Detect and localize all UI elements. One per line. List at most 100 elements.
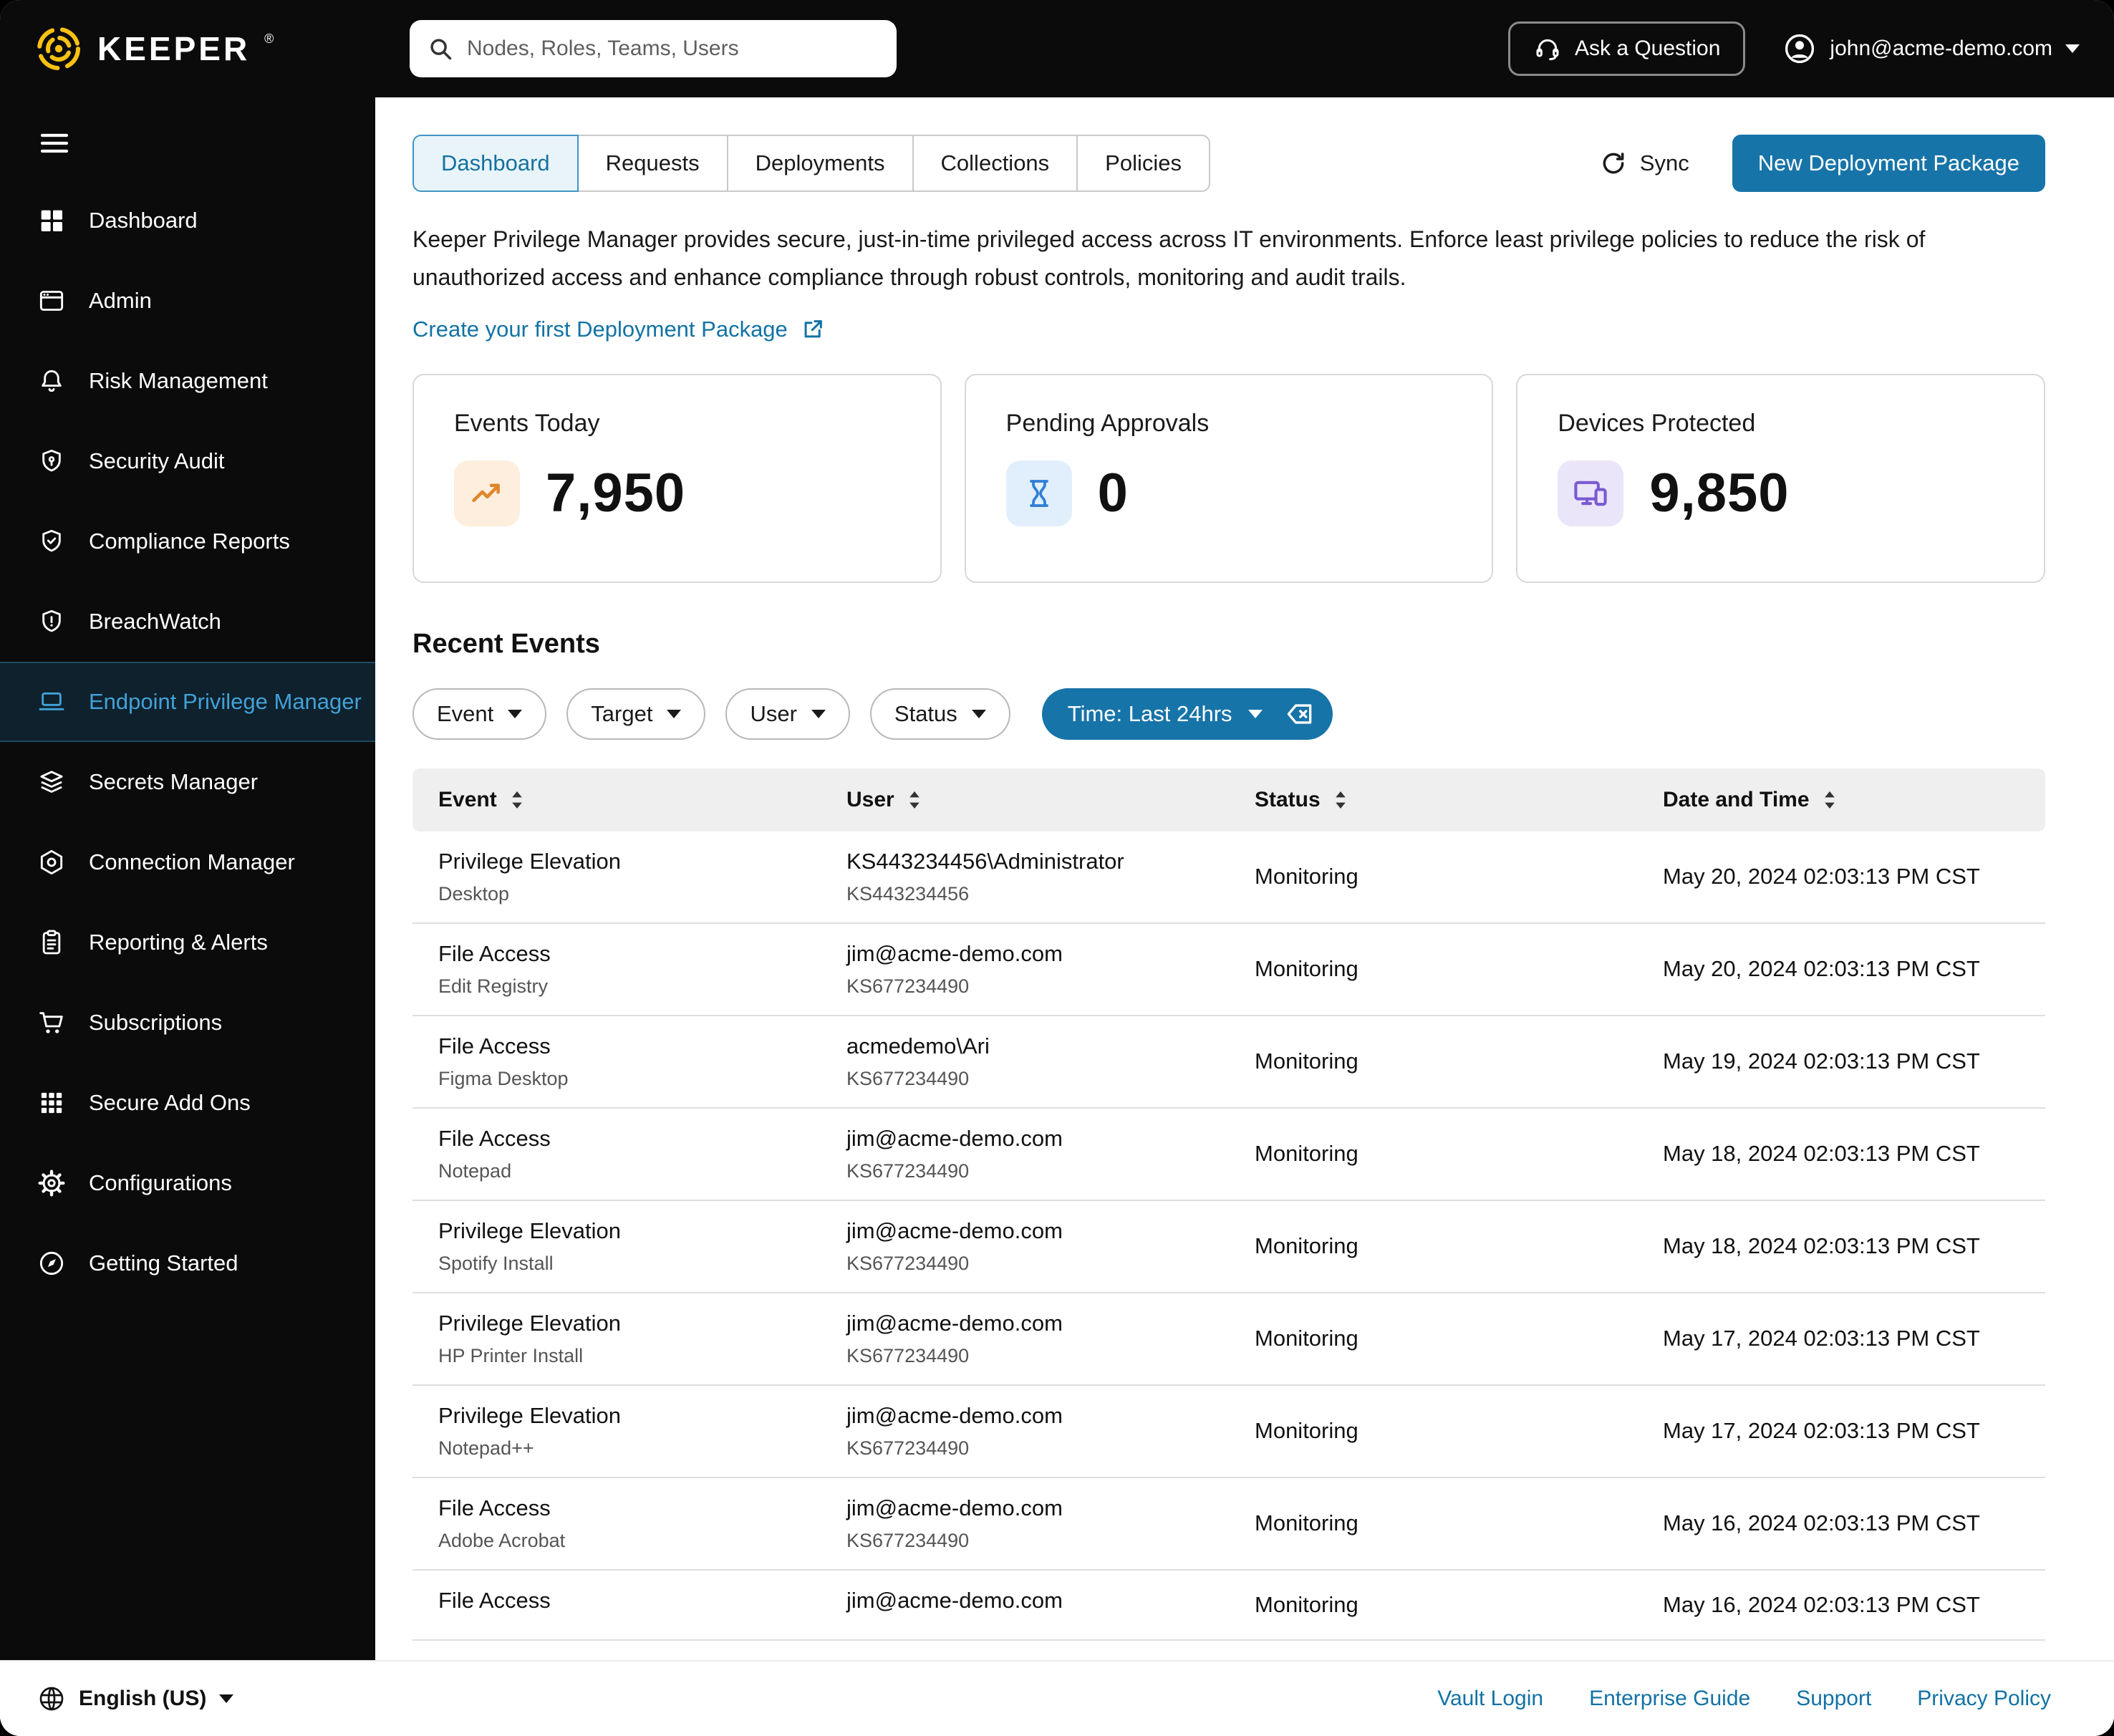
date-cell: May 17, 2024 02:03:13 PM CST — [1637, 1384, 2045, 1478]
shield-icon — [37, 447, 66, 476]
event-name: Privilege Elevation — [438, 1217, 622, 1243]
filter-user[interactable]: User — [725, 688, 850, 740]
chevron-down-icon — [508, 709, 523, 718]
sidebar-item-getting-started[interactable]: Getting Started — [0, 1223, 375, 1303]
column-header-date[interactable]: Date and Time — [1637, 768, 2045, 831]
search-input[interactable] — [467, 37, 879, 61]
event-target: Notepad++ — [438, 1437, 534, 1459]
user-name: jim@acme-demo.com — [846, 1402, 1063, 1428]
event-row: File Access Notepad jim@acme-demo.com KS67… — [412, 1107, 2045, 1201]
sidebar-item-label: BreachWatch — [89, 609, 221, 634]
privacy-policy-link[interactable]: Privacy Policy — [1917, 1687, 2051, 1711]
user-cell: jim@acme-demo.com KS677234490 — [821, 922, 1229, 1016]
sidebar-item-label: Configurations — [89, 1170, 232, 1195]
event-row: Privilege Elevation HP Printer Install ji… — [412, 1292, 2045, 1386]
event-row: Privilege Elevation Notepad++ jim@acme-de… — [412, 1384, 2045, 1478]
event-name: Privilege Elevation — [438, 1402, 622, 1428]
stat-label: Events Today — [454, 409, 600, 437]
event-target: Desktop — [438, 882, 510, 905]
date-cell: May 20, 2024 02:03:13 PM CST — [1637, 922, 2045, 1016]
user-device: KS677234490 — [846, 1067, 970, 1089]
filter-bar: Event Target User Status Time: Last 24hr… — [412, 688, 2045, 740]
event-name: File Access — [438, 1033, 551, 1059]
tab-dashboard[interactable]: Dashboard — [412, 135, 579, 192]
sidebar-item-label: Getting Started — [89, 1250, 238, 1276]
sync-button[interactable]: Sync — [1600, 150, 1689, 177]
trend-up-icon — [454, 460, 520, 526]
event-cell: File Access — [412, 1569, 821, 1641]
new-deployment-package-button[interactable]: New Deployment Package — [1732, 135, 2045, 192]
sidebar-item-secure-add-ons[interactable]: Secure Add Ons — [0, 1063, 375, 1143]
hourglass-icon — [1005, 460, 1072, 526]
event-cell: Privilege Elevation Notepad++ — [412, 1384, 821, 1478]
sidebar-item-endpoint-privilege-manager[interactable]: Endpoint Privilege Manager — [0, 662, 375, 742]
sidebar-nav: Dashboard Admin Risk Management Security… — [0, 180, 375, 1303]
event-cell: Privilege Elevation HP Printer Install — [412, 1292, 821, 1386]
sidebar-item-label: Connection Manager — [89, 849, 295, 874]
user-cell: jim@acme-demo.com KS677234490 — [821, 1292, 1229, 1386]
create-link-label: Create your first Deployment Package — [412, 316, 788, 342]
event-cell: File Access Adobe Acrobat — [412, 1477, 821, 1571]
hexagon-icon — [37, 848, 66, 877]
enterprise-guide-link[interactable]: Enterprise Guide — [1589, 1687, 1750, 1711]
chevron-down-icon — [667, 709, 682, 718]
sidebar-item-breachwatch[interactable]: BreachWatch — [0, 582, 375, 662]
stat-card-devices-protected: Devices Protected 9,850 — [1516, 373, 2046, 583]
vault-login-link[interactable]: Vault Login — [1437, 1687, 1543, 1711]
event-name: Privilege Elevation — [438, 848, 622, 874]
column-header-status[interactable]: Status — [1229, 768, 1637, 831]
event-row: Privilege Elevation Spotify Install jim@a… — [412, 1200, 2045, 1293]
user-device: KS677234490 — [846, 1344, 970, 1366]
recent-events-table: Event User Status Date and Time Privileg… — [412, 768, 2045, 1641]
user-cell: jim@acme-demo.com KS677234490 — [821, 1384, 1229, 1478]
event-name: Privilege Elevation — [438, 1310, 622, 1336]
sidebar-item-configurations[interactable]: Configurations — [0, 1143, 375, 1223]
hamburger-menu-icon[interactable] — [37, 126, 74, 160]
filter-event[interactable]: Event — [412, 688, 547, 740]
sidebar-item-risk-management[interactable]: Risk Management — [0, 341, 375, 421]
sidebar-item-reporting-alerts[interactable]: Reporting & Alerts — [0, 902, 375, 983]
filter-target[interactable]: Target — [566, 688, 706, 740]
compass-icon — [37, 1249, 66, 1278]
account-menu[interactable]: john@acme-demo.com — [1782, 32, 2080, 66]
sidebar-item-connection-manager[interactable]: Connection Manager — [0, 822, 375, 902]
ask-question-button[interactable]: Ask a Question — [1507, 21, 1746, 76]
tab-deployments[interactable]: Deployments — [726, 135, 914, 192]
clear-time-filter-button[interactable] — [1278, 698, 1316, 730]
tab-bar: Dashboard Requests Deployments Collectio… — [412, 135, 1210, 192]
sidebar-item-secrets-manager[interactable]: Secrets Manager — [0, 742, 375, 822]
event-target: Spotify Install — [438, 1252, 554, 1274]
chevron-down-icon — [811, 709, 826, 718]
tab-policies[interactable]: Policies — [1076, 135, 1210, 192]
footer: English (US) Vault Login Enterprise Guid… — [0, 1662, 2114, 1736]
event-row: File Access Figma Desktop acmedemo\Ari KS6… — [412, 1015, 2045, 1109]
sort-icon — [510, 789, 524, 811]
status-cell: Monitoring — [1229, 1107, 1637, 1201]
tab-requests[interactable]: Requests — [576, 135, 728, 192]
sort-icon — [1333, 789, 1348, 811]
date-cell: May 18, 2024 02:03:13 PM CST — [1637, 1107, 2045, 1201]
user-cell: jim@acme-demo.com KS677234490 — [821, 1107, 1229, 1201]
sidebar-item-subscriptions[interactable]: Subscriptions — [0, 983, 375, 1063]
table-header-row: Event User Status Date and Time — [412, 768, 2045, 831]
column-header-user[interactable]: User — [821, 768, 1229, 831]
sidebar-item-security-audit[interactable]: Security Audit — [0, 421, 375, 501]
filter-status[interactable]: Status — [869, 688, 1010, 740]
event-row: File Access Edit Registry jim@acme-demo.c… — [412, 922, 2045, 1016]
support-link[interactable]: Support — [1796, 1687, 1871, 1711]
user-cell: KS443234456\Administrator KS443234456 — [821, 831, 1229, 924]
column-header-event[interactable]: Event — [412, 768, 821, 831]
tab-collections[interactable]: Collections — [912, 135, 1078, 192]
filter-time[interactable]: Time: Last 24hrs — [1041, 688, 1333, 740]
user-name: jim@acme-demo.com — [846, 1217, 1063, 1243]
filter-label: Event — [437, 700, 494, 726]
sidebar-item-label: Dashboard — [89, 208, 198, 233]
sidebar-item-admin[interactable]: Admin — [0, 261, 375, 341]
sidebar-item-label: Subscriptions — [89, 1010, 223, 1035]
sidebar-item-dashboard[interactable]: Dashboard — [0, 180, 375, 261]
language-selector[interactable]: English (US) — [37, 1684, 234, 1713]
refresh-icon — [1600, 150, 1627, 177]
sidebar-item-compliance-reports[interactable]: Compliance Reports — [0, 501, 375, 582]
create-deployment-package-link[interactable]: Create your first Deployment Package — [412, 317, 825, 342]
stat-card-pending-approvals: Pending Approvals 0 — [964, 373, 1494, 583]
